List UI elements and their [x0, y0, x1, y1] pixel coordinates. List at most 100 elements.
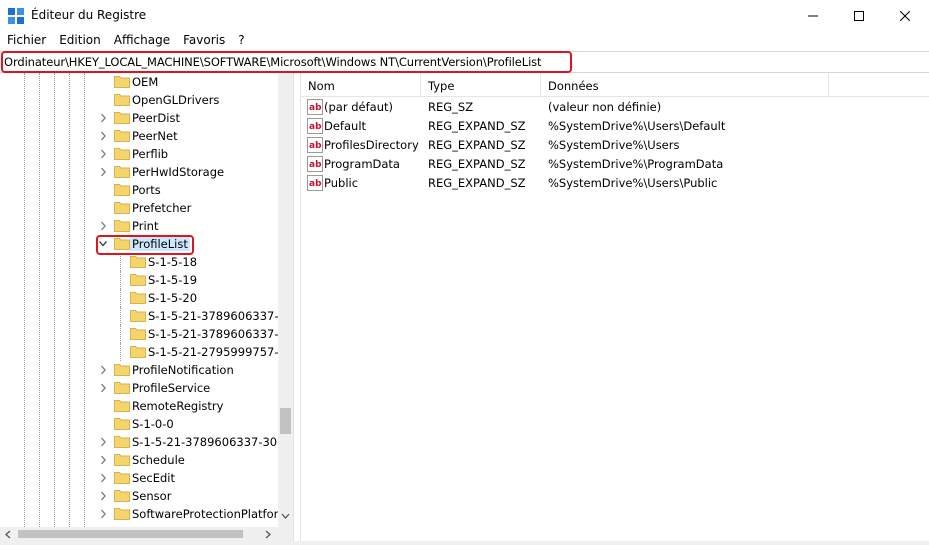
menu-edition[interactable]: Edition: [52, 31, 107, 51]
string-value-icon: ab: [307, 175, 323, 191]
title-bar: Éditeur du Registre: [0, 0, 929, 31]
chevron-right-icon[interactable]: [98, 454, 108, 466]
value-row[interactable]: ab Default REG_EXPAND_SZ %SystemDrive%\User…: [301, 117, 929, 136]
folder-icon: [114, 202, 130, 214]
tree-vertical-scroll-thumb[interactable]: [280, 408, 291, 434]
svg-text:ab: ab: [309, 160, 322, 170]
tree-item[interactable]: ProfileService: [0, 379, 278, 397]
tree-item[interactable]: S-1-5-19: [0, 271, 278, 289]
menu-fichier[interactable]: Fichier: [0, 31, 52, 51]
folder-icon: [114, 130, 130, 142]
tree-item-label: S-1-5-19: [148, 273, 198, 287]
tree-item[interactable]: RemoteRegistry: [0, 397, 278, 415]
chevron-right-icon[interactable]: [98, 382, 108, 394]
maximize-button[interactable]: [836, 0, 882, 31]
column-header-nom[interactable]: Nom: [301, 73, 421, 97]
tree-item[interactable]: SecEdit: [0, 469, 278, 487]
tree-item[interactable]: ProfileNotification: [0, 361, 278, 379]
folder-icon: [114, 364, 130, 376]
chevron-right-icon[interactable]: [98, 436, 108, 448]
chevron-right-icon[interactable]: [98, 166, 108, 178]
tree-item[interactable]: S-1-5-21-3789606337-307: [0, 307, 293, 325]
tree-item-label: OEM: [132, 75, 159, 89]
tree-guide-line: [120, 307, 121, 325]
tree-item[interactable]: S-1-5-18: [0, 253, 278, 271]
chevron-right-icon[interactable]: [98, 490, 108, 502]
tree-item[interactable]: Sensor: [0, 487, 278, 505]
registry-editor-icon: [8, 8, 24, 24]
value-name: ProfilesDirectory: [324, 138, 419, 152]
tree-item[interactable]: S-1-0-0: [0, 415, 278, 433]
folder-icon: [114, 184, 130, 196]
tree-item[interactable]: SoftwareProtectionPlatform: [0, 505, 289, 523]
scroll-left-icon[interactable]: [5, 530, 11, 539]
pane-splitter[interactable]: [293, 73, 301, 541]
column-header-donnees[interactable]: Données: [541, 73, 829, 97]
folder-icon: [114, 508, 130, 520]
tree-item[interactable]: S-1-5-21-3789606337-307: [0, 325, 293, 343]
tree-item[interactable]: OEM: [0, 73, 278, 91]
value-row[interactable]: ab ProfilesDirectory REG_EXPAND_SZ %SystemD…: [301, 136, 929, 155]
folder-icon: [114, 490, 130, 502]
close-icon: [900, 10, 910, 21]
tree-horizontal-scroll-thumb[interactable]: [18, 530, 243, 538]
tree-item-label: Print: [132, 219, 159, 233]
value-row[interactable]: ab (par défaut) REG_SZ (valeur non définie): [301, 98, 929, 117]
tree-vertical-scrollbar[interactable]: [278, 73, 293, 527]
folder-icon: [114, 400, 130, 412]
folder-icon: [114, 94, 130, 106]
tree-item[interactable]: Ports: [0, 181, 278, 199]
chevron-right-icon[interactable]: [98, 130, 108, 142]
column-header-type[interactable]: Type: [421, 73, 541, 97]
values-list[interactable]: Nom Type Données ab (par défaut) REG_SZ (va…: [301, 73, 929, 541]
tree-item[interactable]: S-1-5-21-2795999757-204: [0, 343, 293, 361]
chevron-right-icon[interactable]: [98, 364, 108, 376]
chevron-right-icon[interactable]: [98, 112, 108, 124]
tree-item[interactable]: Perflib: [0, 145, 278, 163]
tree-horizontal-scrollbar[interactable]: [0, 527, 293, 541]
tree-item-label: PeerNet: [132, 129, 178, 143]
chevron-right-icon[interactable]: [98, 472, 108, 484]
address-path[interactable]: Ordinateur\HKEY_LOCAL_MACHINE\SOFTWARE\M…: [4, 55, 542, 69]
folder-icon: [114, 238, 130, 250]
address-bar[interactable]: Ordinateur\HKEY_LOCAL_MACHINE\SOFTWARE\M…: [0, 51, 929, 73]
chevron-down-icon[interactable]: [98, 238, 108, 250]
value-row[interactable]: ab ProgramData REG_EXPAND_SZ %SystemDrive%\…: [301, 155, 929, 174]
key-tree[interactable]: OEM OpenGLDrivers PeerDist PeerNet Perflib Pe…: [0, 73, 293, 527]
close-button[interactable]: [882, 0, 928, 31]
tree-item[interactable]: S-1-5-20: [0, 289, 278, 307]
tree-item[interactable]: PeerDist: [0, 109, 278, 127]
tree-item-label: Ports: [132, 183, 161, 197]
chevron-right-icon[interactable]: [98, 148, 108, 160]
tree-item-label: ProfileService: [132, 381, 211, 395]
value-row[interactable]: ab Public REG_EXPAND_SZ %SystemDrive%\Users…: [301, 174, 929, 193]
tree-item[interactable]: Print: [0, 217, 278, 235]
tree-item[interactable]: Schedule: [0, 451, 278, 469]
chevron-right-icon[interactable]: [98, 508, 108, 520]
tree-item[interactable]: Prefetcher: [0, 199, 278, 217]
window-bottom-edge: [0, 541, 929, 545]
scroll-down-icon[interactable]: [281, 513, 290, 519]
tree-item[interactable]: ProfileList: [0, 235, 278, 253]
tree-item-label: SoftwareProtectionPlatform: [132, 507, 290, 521]
tree-item[interactable]: S-1-5-21-3789606337-30737: [0, 433, 293, 451]
menu-help[interactable]: ?: [231, 31, 250, 51]
folder-icon: [130, 310, 146, 322]
scroll-right-icon[interactable]: [265, 530, 271, 539]
tree-guide-line: [120, 253, 121, 271]
tree-item[interactable]: OpenGLDrivers: [0, 91, 278, 109]
folder-icon: [130, 274, 146, 286]
value-data: (valeur non définie): [548, 100, 662, 114]
chevron-right-icon[interactable]: [98, 220, 108, 232]
menu-favoris[interactable]: Favoris: [176, 31, 231, 51]
tree-item[interactable]: PerHwIdStorage: [0, 163, 278, 181]
tree-item-label: SecEdit: [132, 471, 175, 485]
tree-item-label: RemoteRegistry: [132, 399, 224, 413]
menu-affichage[interactable]: Affichage: [107, 31, 176, 51]
tree-item-label: S-1-5-20: [148, 291, 198, 305]
svg-text:ab: ab: [309, 179, 322, 189]
minimize-button[interactable]: [790, 0, 836, 31]
tree-item[interactable]: PeerNet: [0, 127, 278, 145]
tree-item-label: Schedule: [132, 453, 185, 467]
folder-icon: [114, 436, 130, 448]
